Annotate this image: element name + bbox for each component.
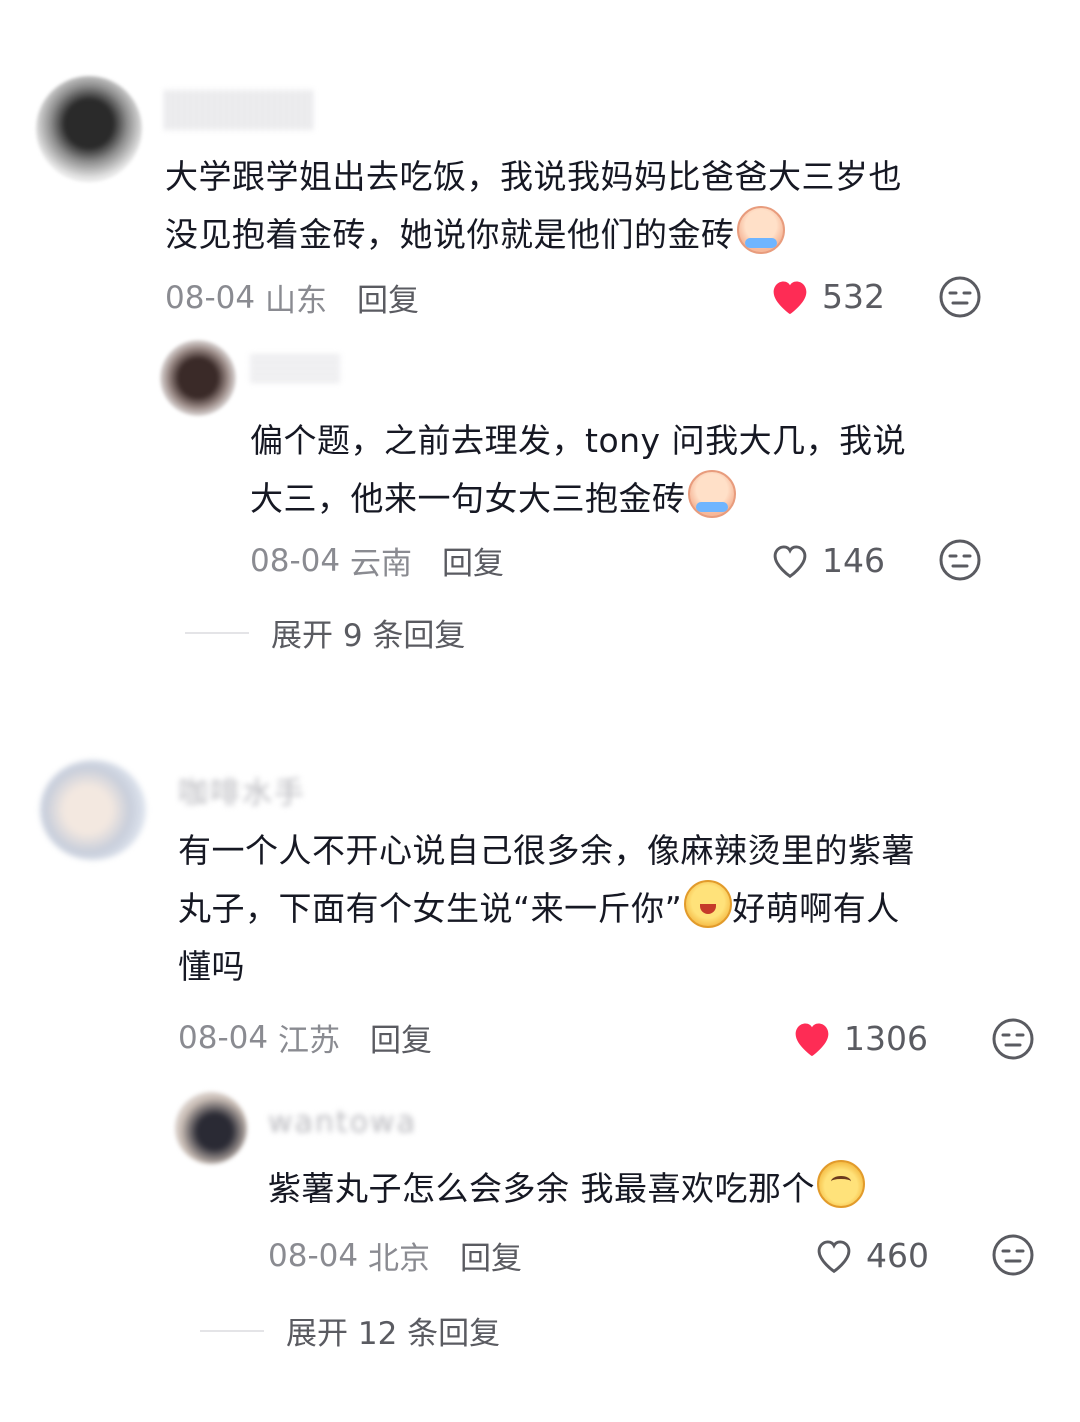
comment-text: 大学跟学姐出去吃饭，我说我妈妈比爸爸大三岁也 没见抱着金砖，她说你就是他们的金砖 bbox=[165, 157, 902, 254]
neutral-face-icon bbox=[939, 539, 981, 581]
comment-meta: 08-04 山东 回复 bbox=[165, 275, 419, 320]
like-count: 1306 bbox=[844, 1018, 928, 1058]
reply-avatar[interactable] bbox=[175, 1092, 247, 1164]
reply-meta: 08-04 北京 回复 bbox=[268, 1233, 522, 1278]
comment-meta: 08-04 江苏 回复 bbox=[178, 1015, 432, 1060]
expand-replies-button[interactable]: 展开 12 条回复 bbox=[200, 1308, 500, 1353]
reply-meta: 08-04 云南 回复 bbox=[250, 538, 504, 583]
reply-like-button[interactable]: 460 bbox=[812, 1235, 929, 1275]
divider bbox=[185, 631, 249, 634]
reply-username-blurred[interactable] bbox=[250, 352, 340, 382]
avatar[interactable] bbox=[40, 760, 146, 860]
like-count: 460 bbox=[866, 1235, 929, 1275]
dislike-button[interactable] bbox=[991, 1017, 1035, 1065]
heart-filled-icon bbox=[795, 1023, 829, 1057]
like-count: 532 bbox=[822, 276, 885, 316]
reply-button[interactable]: 回复 bbox=[460, 1233, 522, 1278]
dislike-button[interactable] bbox=[938, 275, 982, 323]
laughing-emoji-icon bbox=[684, 880, 733, 928]
reply-text: 偏个题，之前去理发，tony 问我大几，我说 大三，他来一句女大三抱金砖 bbox=[250, 421, 907, 518]
neutral-face-icon bbox=[939, 276, 981, 318]
neutral-face-icon bbox=[992, 1234, 1034, 1276]
reply-avatar[interactable] bbox=[160, 340, 236, 416]
reply-button[interactable]: 回复 bbox=[370, 1015, 432, 1060]
heart-outline-icon bbox=[817, 1240, 851, 1274]
comment-text: 有一个人不开心说自己很多余，像麻辣烫里的紫薯 丸子，下面有个女生说“来一斤你” 好… bbox=[178, 831, 915, 986]
like-count: 146 bbox=[822, 540, 885, 580]
reply-username[interactable]: wantowa bbox=[268, 1105, 417, 1140]
dislike-button[interactable] bbox=[991, 1233, 1035, 1281]
reply-text: 紫薯丸子怎么会多余 我最喜欢吃那个 bbox=[268, 1160, 865, 1218]
heart-filled-icon bbox=[773, 281, 807, 315]
divider bbox=[200, 1329, 264, 1332]
neutral-face-icon bbox=[992, 1018, 1034, 1060]
reply-like-button[interactable]: 146 bbox=[768, 540, 885, 580]
avatar[interactable] bbox=[36, 76, 142, 182]
reply-button[interactable]: 回复 bbox=[357, 275, 419, 320]
crying-emoji-icon bbox=[687, 470, 736, 518]
crying-emoji-icon bbox=[736, 206, 785, 254]
expand-replies-button[interactable]: 展开 9 条回复 bbox=[185, 610, 465, 655]
username[interactable]: 咖啡水手 bbox=[178, 768, 306, 812]
dislike-button[interactable] bbox=[938, 538, 982, 586]
heart-outline-icon bbox=[773, 545, 807, 579]
username-blurred[interactable] bbox=[165, 90, 315, 130]
reply-button[interactable]: 回复 bbox=[442, 538, 504, 583]
like-button[interactable]: 1306 bbox=[790, 1018, 928, 1058]
like-button[interactable]: 532 bbox=[768, 276, 885, 316]
smiling-emoji-icon bbox=[817, 1160, 865, 1208]
